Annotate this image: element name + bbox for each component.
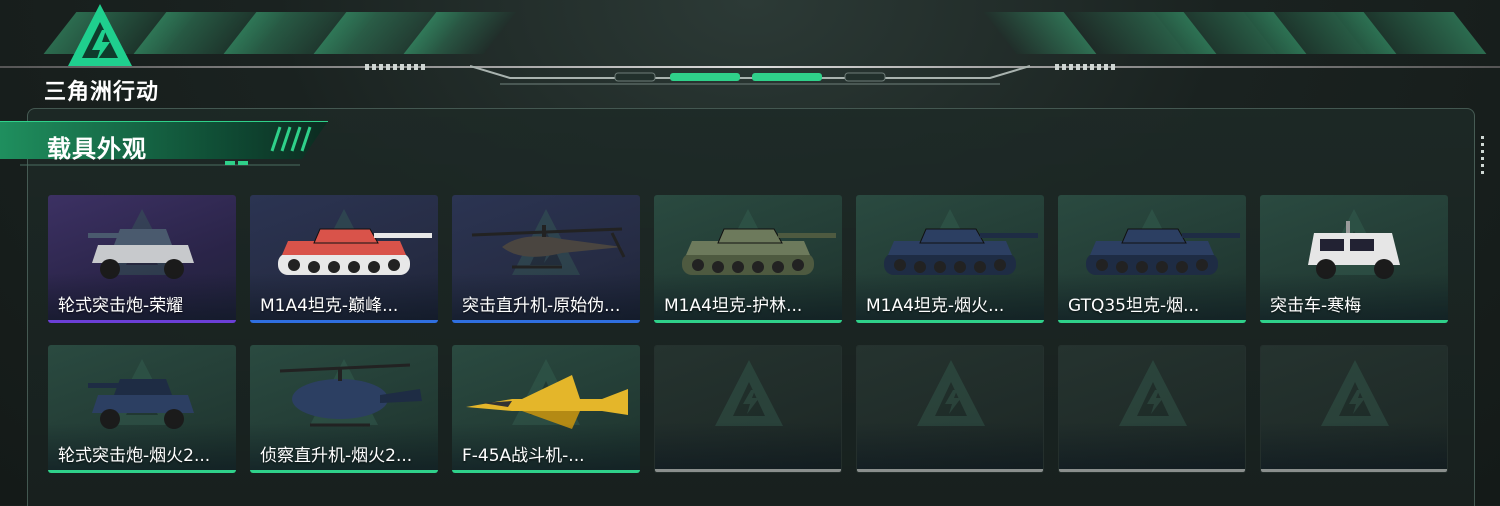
card-label-shade xyxy=(1059,422,1245,472)
vehicle-skin-card[interactable]: M1A4坦克-巅峰... xyxy=(250,195,438,323)
rarity-bar xyxy=(452,320,640,323)
empty-skin-slot[interactable] xyxy=(654,345,842,473)
brand-logo-text: 三角洲行动 xyxy=(44,79,160,104)
vehicle-skin-name: M1A4坦克-护林... xyxy=(664,296,803,316)
vehicle-skin-card[interactable]: 突击车-寒梅 xyxy=(1260,195,1448,323)
rarity-bar xyxy=(250,470,438,473)
vehicle-skin-name: M1A4坦克-巅峰... xyxy=(260,296,399,316)
rarity-bar xyxy=(48,470,236,473)
rarity-bar xyxy=(655,469,841,472)
top-header: 三角洲行动 xyxy=(0,0,1500,104)
empty-skin-slot[interactable] xyxy=(1260,345,1448,473)
rarity-bar xyxy=(857,469,1043,472)
header-ticks xyxy=(365,64,425,70)
header-ticks xyxy=(1055,64,1115,70)
vehicle-skin-card[interactable]: 侦察直升机-烟火2... xyxy=(250,345,438,473)
section-title: 载具外观 xyxy=(47,135,147,163)
rarity-bar xyxy=(1059,469,1245,472)
vehicle-skin-name: GTQ35坦克-烟... xyxy=(1068,296,1200,316)
vehicle-skin-name: M1A4坦克-烟火... xyxy=(866,296,1005,316)
vehicle-skin-name: 侦察直升机-烟火2... xyxy=(260,446,413,466)
vehicle-skin-card[interactable]: M1A4坦克-烟火... xyxy=(856,195,1044,323)
rarity-bar xyxy=(856,320,1044,323)
vehicle-skin-card[interactable]: GTQ35坦克-烟... xyxy=(1058,195,1246,323)
vehicle-skin-card[interactable]: 轮式突击炮-荣耀 xyxy=(48,195,236,323)
vehicle-skin-card[interactable]: 突击直升机-原始伪... xyxy=(452,195,640,323)
rarity-bar xyxy=(1261,469,1447,472)
vehicle-skin-card[interactable]: 轮式突击炮-烟火2... xyxy=(48,345,236,473)
header-center-ornament xyxy=(470,65,1030,85)
vehicle-skin-name: 突击直升机-原始伪... xyxy=(462,296,621,316)
vehicle-skin-name: 突击车-寒梅 xyxy=(1270,296,1362,316)
card-label-shade xyxy=(857,422,1043,472)
rarity-bar xyxy=(654,320,842,323)
vehicle-skin-name: F-45A战斗机-... xyxy=(462,446,585,466)
card-label-shade xyxy=(1261,422,1447,472)
panel-scroll-indicator xyxy=(1481,136,1485,178)
vehicle-skin-name: 轮式突击炮-荣耀 xyxy=(58,296,184,316)
empty-skin-slot[interactable] xyxy=(856,345,1044,473)
rarity-bar xyxy=(452,470,640,473)
rarity-bar xyxy=(1260,320,1448,323)
vehicle-skin-name: 轮式突击炮-烟火2... xyxy=(58,446,211,466)
empty-skin-slot[interactable] xyxy=(1058,345,1246,473)
vehicle-skin-card[interactable]: F-45A战斗机-... xyxy=(452,345,640,473)
card-label-shade xyxy=(655,422,841,472)
rarity-bar xyxy=(250,320,438,323)
rarity-bar xyxy=(48,320,236,323)
vehicle-skin-card[interactable]: M1A4坦克-护林... xyxy=(654,195,842,323)
rarity-bar xyxy=(1058,320,1246,323)
